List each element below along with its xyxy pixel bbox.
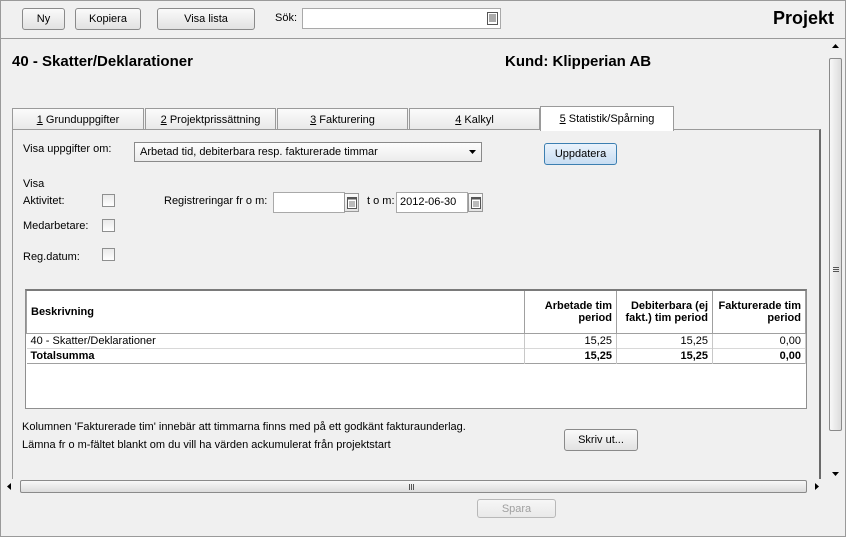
scroll-down-icon[interactable]	[832, 472, 839, 476]
show-list-button[interactable]: Visa lista	[157, 8, 255, 30]
table-cell: 15,25	[616, 333, 713, 348]
to-date-input[interactable]: 2012-06-30	[396, 192, 468, 213]
to-label: t o m:	[367, 195, 395, 207]
tab-fakturering[interactable]: 3 Fakturering	[277, 108, 408, 130]
calendar-icon[interactable]	[468, 193, 483, 212]
regdate-checkbox[interactable]	[102, 248, 115, 261]
scroll-left-icon[interactable]	[7, 483, 11, 490]
activity-checkbox[interactable]	[102, 194, 115, 207]
scroll-up-icon[interactable]	[832, 44, 839, 48]
table-header-row: Beskrivning Arbetade tim period Debiterb…	[26, 291, 806, 334]
vertical-scrollbar[interactable]	[827, 40, 844, 480]
app-title: Projekt	[772, 8, 834, 28]
table-cell: 40 - Skatter/Deklarationer	[26, 333, 525, 348]
table-total-row[interactable]: Totalsumma 15,25 15,25 0,00	[26, 348, 806, 363]
tab-grunduppgifter[interactable]: 1 Grunduppgifter	[12, 108, 144, 130]
employee-label: Medarbetare:	[23, 220, 89, 232]
show-data-select[interactable]: Arbetad tid, debiterbara resp. fakturera…	[134, 142, 482, 162]
note-text: Kolumnen 'Fakturerade tim' innebär att t…	[22, 421, 466, 433]
activity-label: Aktivitet:	[23, 195, 65, 207]
table-row[interactable]: 40 - Skatter/Deklarationer 15,25 15,25 0…	[26, 333, 806, 348]
table-cell: Totalsumma	[26, 348, 525, 363]
column-header[interactable]: Beskrivning	[26, 291, 525, 334]
scroll-right-icon[interactable]	[815, 483, 819, 490]
update-button[interactable]: Uppdatera	[544, 143, 617, 165]
reg-from-input[interactable]	[273, 192, 345, 213]
show-data-label: Visa uppgifter om:	[23, 143, 112, 155]
chevron-down-icon	[469, 150, 476, 154]
print-button[interactable]: Skriv ut...	[564, 429, 638, 451]
search-list-icon[interactable]	[485, 9, 500, 28]
show-label: Visa	[23, 178, 45, 190]
table-cell: 0,00	[712, 348, 806, 363]
scroll-thumb[interactable]	[20, 480, 807, 493]
regdate-label: Reg.datum:	[23, 251, 80, 263]
project-title: 40 - Skatter/Deklarationer	[12, 53, 193, 70]
column-header[interactable]: Debiterbara (ej fakt.) tim period	[616, 291, 713, 334]
search-input[interactable]	[302, 8, 501, 29]
customer-label: Kund: Klipperian AB	[505, 53, 652, 70]
horizontal-scrollbar[interactable]	[1, 479, 827, 494]
toolbar-divider	[1, 38, 845, 39]
column-header[interactable]: Fakturerade tim period	[712, 291, 806, 334]
search-label: Sök:	[275, 12, 298, 24]
employee-checkbox[interactable]	[102, 219, 115, 232]
table-cell: 15,25	[524, 333, 617, 348]
tab-statistik-sparning[interactable]: 5 Statistik/Spårning	[540, 106, 674, 131]
statistics-table: Beskrivning Arbetade tim period Debiterb…	[25, 289, 807, 409]
save-button[interactable]: Spara	[477, 499, 556, 518]
copy-button[interactable]: Kopiera	[75, 8, 141, 30]
calendar-icon[interactable]	[344, 193, 359, 212]
tab-kalkyl[interactable]: 4 Kalkyl	[409, 108, 540, 130]
note-text: Lämna fr o m-fältet blankt om du vill ha…	[22, 439, 391, 451]
scroll-thumb[interactable]	[829, 58, 842, 431]
tab-projektprissattning[interactable]: 2 Projektprissättning	[145, 108, 276, 130]
new-button[interactable]: Ny	[22, 8, 65, 30]
reg-from-label: Registreringar fr o m:	[164, 195, 268, 207]
table-cell: 15,25	[524, 348, 617, 363]
table-cell: 0,00	[712, 333, 806, 348]
table-cell: 15,25	[616, 348, 713, 363]
column-header[interactable]: Arbetade tim period	[524, 291, 617, 334]
